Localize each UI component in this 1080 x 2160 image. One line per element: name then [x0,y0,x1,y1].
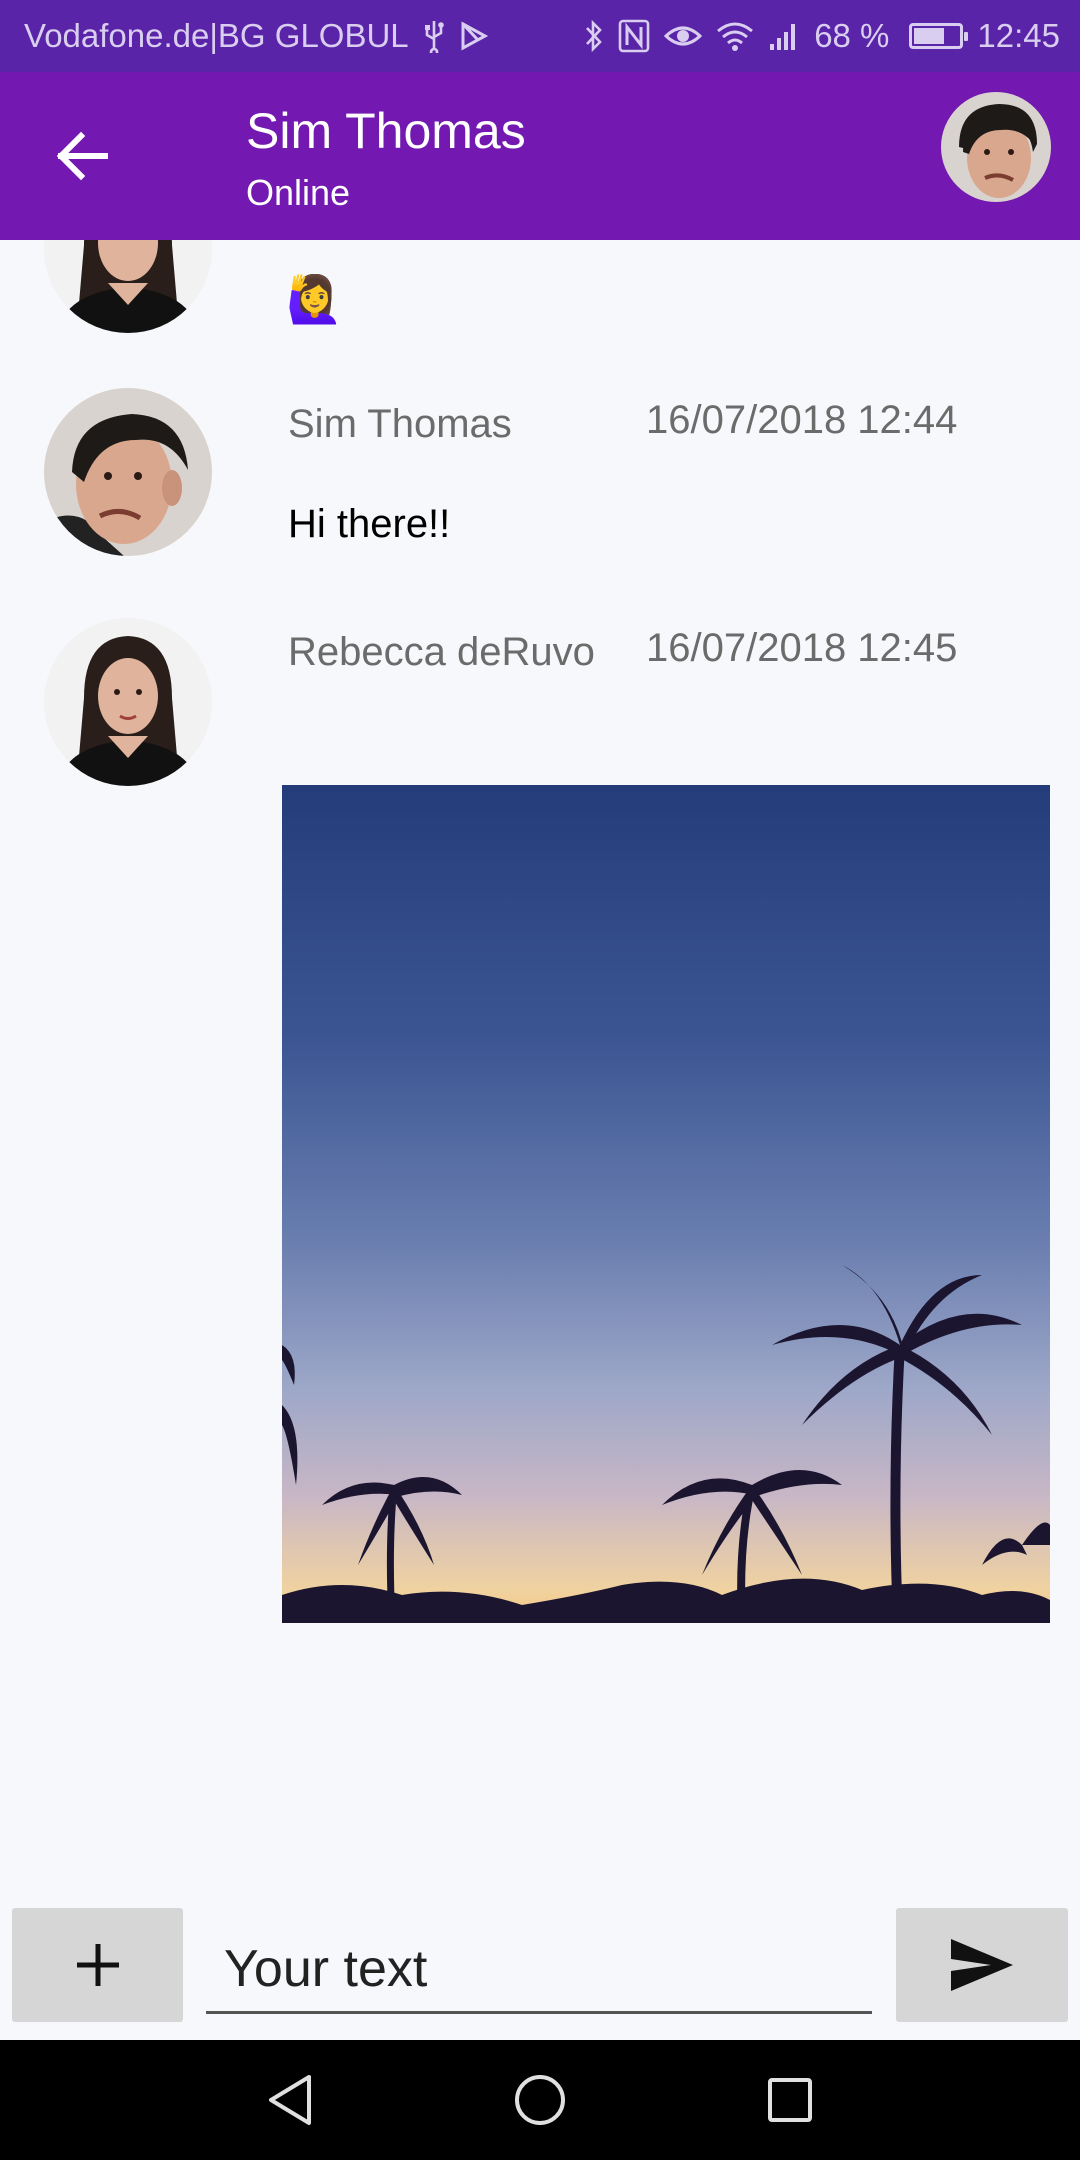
input-bar [0,1900,1080,2040]
message-timestamp: 16/07/2018 12:44 [646,398,958,442]
message-text: Hi there!! [288,502,451,546]
nav-recents-button[interactable] [755,2065,825,2135]
avatar-sim[interactable] [44,388,212,556]
carrier-label: Vodafone.de|BG GLOBUL [24,17,409,54]
signal-icon [768,20,800,52]
plus-icon [76,1944,119,1986]
app-bar: Sim Thomas Online [0,72,1080,240]
battery-level [914,28,945,44]
avatar-rebecca[interactable] [44,618,212,786]
nfc-icon [618,19,650,53]
contact-avatar[interactable] [941,92,1051,202]
status-left: Vodafone.de|BG GLOBUL [24,17,489,55]
message-photo[interactable] [282,785,1050,1623]
chat-screen: Vodafone.de|BG GLOBUL 68 % 12:45 Sim Tho… [0,0,1080,2160]
wifi-icon [716,21,754,51]
message-timestamp: 16/07/2018 12:45 [646,626,958,670]
battery-icon [909,23,969,49]
back-triangle-icon [269,2075,311,2125]
home-circle-icon [515,2075,565,2125]
avatar-rebecca[interactable] [44,240,212,333]
message-author: Sim Thomas [288,402,512,446]
nav-home-button[interactable] [505,2065,575,2135]
message-list[interactable]: 🙋‍♀️ Sim Thomas 16/07/2018 12:44 Hi ther… [0,240,1080,1900]
status-bar: Vodafone.de|BG GLOBUL 68 % 12:45 [0,0,1080,72]
contact-name: Sim Thomas [246,103,526,159]
usb-icon [423,19,445,53]
bluetooth-icon [584,19,604,53]
send-icon [951,1939,1013,1991]
message-author: Rebecca deRuvo [288,630,595,674]
back-button[interactable] [40,118,124,194]
message-input[interactable] [206,1926,872,2014]
contact-status: Online [246,172,351,213]
message-emoji: 🙋‍♀️ [286,273,344,325]
battery-percent: 68 % [814,17,890,54]
play-store-icon [459,21,489,51]
clock: 12:45 [977,17,1060,54]
recents-square-icon [768,2078,812,2122]
send-button[interactable] [896,1908,1068,2022]
attach-button[interactable] [12,1908,183,2022]
status-right: 68 % 12:45 [584,17,1060,55]
system-nav-bar [0,2040,1080,2160]
eye-icon [664,22,703,50]
arrow-left-icon [56,131,108,181]
nav-back-button[interactable] [255,2065,325,2135]
